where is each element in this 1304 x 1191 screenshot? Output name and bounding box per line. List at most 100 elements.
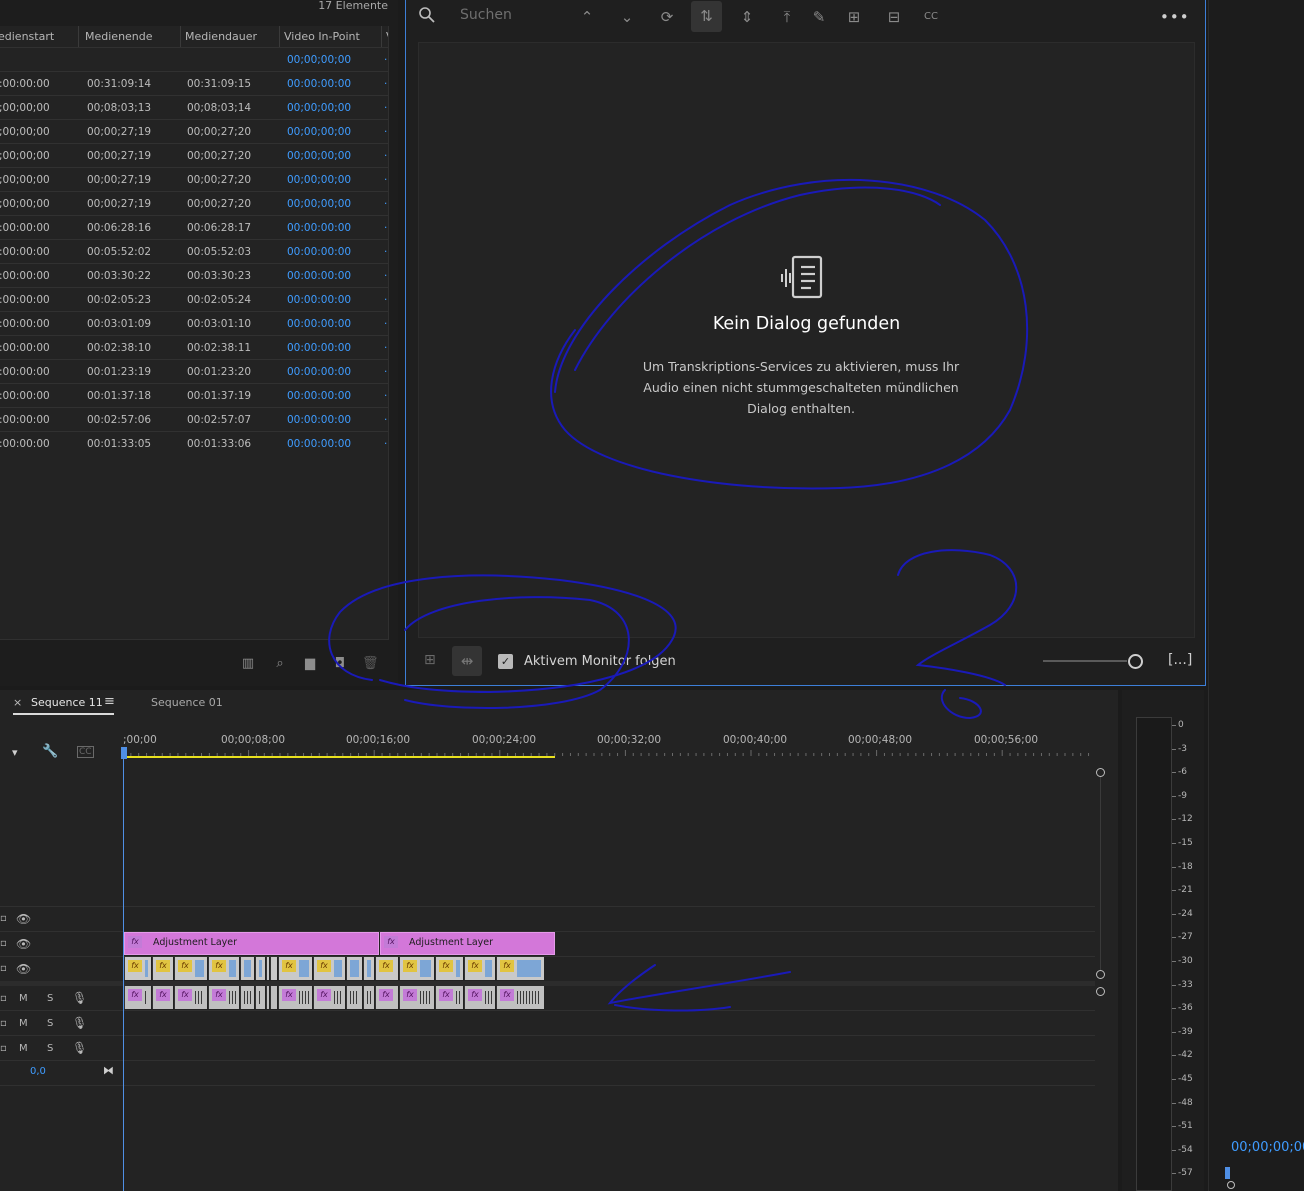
video-clip[interactable] — [346, 957, 362, 980]
speaker-icon[interactable]: ⊞ — [843, 6, 865, 28]
captions-track-icon[interactable]: CC — [77, 746, 94, 758]
cell-video-in-point[interactable]: 00:00:00:00 — [287, 384, 351, 408]
program-timecode[interactable]: 00;00;00;00 — [1231, 1140, 1304, 1155]
solo-button-a2[interactable]: S — [47, 1018, 53, 1029]
cell-video-in-point[interactable]: 00:00:00:00 — [287, 408, 351, 432]
video-clip[interactable] — [255, 957, 265, 980]
eye-icon[interactable]: 👁 — [16, 962, 31, 976]
playhead-line[interactable] — [123, 747, 124, 1191]
video-clip[interactable]: fx — [278, 957, 312, 980]
bracket-icon[interactable]: [...] — [1168, 652, 1192, 668]
audio-clip[interactable]: fx — [435, 986, 463, 1009]
new-bin-icon[interactable]: ▆ — [302, 656, 318, 672]
audio-clip[interactable]: fx — [375, 986, 398, 1009]
video-clip[interactable]: fx — [464, 957, 495, 980]
project-row[interactable]: ;00;00;00 00;00;27;19 00;00;27;20 00;00;00;… — [0, 119, 388, 144]
audio-clip[interactable]: fx — [124, 986, 151, 1009]
playhead[interactable] — [121, 747, 127, 759]
project-row[interactable]: ;00;00;00 00;00;27;19 00;00;27;20 00;00;00;… — [0, 191, 388, 215]
project-row[interactable]: :00:00:00 00:03:30:22 00:03:30:23 00:00:00:… — [0, 263, 388, 288]
audio-clip[interactable] — [346, 986, 362, 1009]
program-scroll-handle[interactable] — [1227, 1181, 1235, 1189]
toggle-sync-lock-a3[interactable]: ▫ — [0, 1043, 7, 1054]
automate-to-sequence-icon[interactable]: ▥ — [240, 656, 256, 672]
eye-icon[interactable]: 👁 — [16, 937, 31, 951]
tab-menu-icon[interactable]: ≡ — [104, 694, 115, 709]
vertical-zoom-handle-top[interactable] — [1096, 768, 1105, 777]
microphone-icon[interactable]: 🎙 — [72, 991, 87, 1005]
project-row[interactable]: ;00;00;00 00;08;03;13 00;08;03;14 00;00;00;… — [0, 95, 388, 119]
project-row[interactable]: 00;00;00;00 · — [0, 47, 388, 72]
cell-video-in-point[interactable]: 00;00;00;00 — [287, 48, 351, 72]
adjustment-layer-clip[interactable]: fx Adjustment Layer — [380, 932, 555, 955]
mute-button-a1[interactable]: M — [19, 993, 28, 1004]
vertical-scroll-track[interactable] — [1100, 777, 1101, 970]
add-marker-icon[interactable]: ▾ — [12, 746, 18, 759]
toggle-sync-lock-a1[interactable]: ▫ — [0, 993, 7, 1004]
audio-clip[interactable]: fx — [174, 986, 207, 1009]
cell-video-in-point[interactable]: 00:00:00:00 — [287, 240, 351, 264]
audio-clip[interactable]: fx — [208, 986, 239, 1009]
close-tab-icon[interactable]: × — [13, 696, 22, 709]
video-clip[interactable]: fx — [496, 957, 544, 980]
eye-icon[interactable]: 👁 — [16, 912, 31, 926]
microphone-icon[interactable]: 🎙 — [72, 1016, 87, 1030]
column-header-media-start[interactable]: edienstart — [0, 26, 79, 47]
cell-video-in-point[interactable]: 00:00:00:00 — [287, 432, 351, 456]
video-clip[interactable]: fx — [208, 957, 239, 980]
find-icon[interactable]: ⌕ — [272, 656, 288, 672]
project-row[interactable]: :00:00:00 00:01:37:18 00:01:37:19 00:00:00:… — [0, 383, 388, 408]
cell-video-in-point[interactable]: 00:00:00:00 — [287, 336, 351, 360]
cell-video-in-point[interactable]: 00:00:00:00 — [287, 288, 351, 312]
work-area-bar[interactable] — [123, 756, 555, 758]
merge-segments-icon[interactable]: ⇅ — [691, 1, 722, 32]
solo-button-a1[interactable]: S — [47, 993, 53, 1004]
tab-sequence-01[interactable]: Sequence 01 — [151, 696, 223, 709]
cell-video-in-point[interactable]: 00;00;00;00 — [287, 168, 351, 192]
project-row[interactable]: ;00;00;00 00;00;27;19 00;00;27;20 00;00;00;… — [0, 143, 388, 167]
vertical-zoom-handle-mid[interactable] — [1096, 970, 1105, 979]
follow-monitor-checkbox[interactable]: ✓ — [498, 654, 513, 669]
zoom-slider-track[interactable] — [1043, 660, 1127, 662]
audio-clip[interactable] — [255, 986, 265, 1009]
split-segment-icon[interactable]: ⇕ — [736, 6, 758, 28]
cell-video-in-point[interactable]: 00:00:00:00 — [287, 312, 351, 336]
audio-clip[interactable]: fx — [496, 986, 544, 1009]
project-row[interactable]: :00:00:00 00:06:28:16 00:06:28:17 00:00:00:… — [0, 215, 388, 239]
toggle-sync-lock-a2[interactable]: ▫ — [0, 1018, 7, 1029]
speakers-icon[interactable]: ⊟ — [883, 6, 905, 28]
project-row[interactable]: :00:00:00 00:02:38:10 00:02:38:11 00:00:00:… — [0, 335, 388, 360]
go-to-edit-icon[interactable]: ⧓ — [103, 1064, 114, 1077]
collapse-icon[interactable]: ⤒ — [776, 6, 798, 28]
microphone-icon[interactable]: 🎙 — [72, 1041, 87, 1055]
cell-video-in-point[interactable]: 00:00:00:00 — [287, 264, 351, 288]
captions-icon[interactable]: CC — [920, 6, 942, 28]
refresh-icon[interactable]: ⟳ — [656, 6, 678, 28]
mute-button-a3[interactable]: M — [19, 1043, 28, 1054]
column-header-video-out-point[interactable]: V — [382, 26, 388, 47]
project-row[interactable]: ;00;00;00 00;00;27;19 00;00;27;20 00;00;00;… — [0, 167, 388, 192]
adjustment-layer-clip[interactable]: fx Adjustment Layer — [124, 932, 379, 955]
audio-clip[interactable] — [266, 986, 269, 1009]
audio-clip[interactable]: fx — [313, 986, 345, 1009]
more-icon[interactable]: ••• — [1160, 6, 1189, 28]
video-clip[interactable]: fx — [152, 957, 173, 980]
toggle-sync-lock-v3[interactable]: ▫ — [0, 913, 7, 924]
video-clip[interactable]: fx — [174, 957, 207, 980]
video-clip[interactable]: fx — [375, 957, 398, 980]
zoom-slider-handle[interactable] — [1128, 654, 1143, 669]
time-ruler[interactable]: ;00;00 00;00;08;00 00;00;16;00 00;00;24;… — [123, 726, 1095, 760]
project-row[interactable]: :00:00:00 00:31:09:14 00:31:09:15 00:00:00:… — [0, 71, 388, 96]
column-header-media-duration[interactable]: Mediendauer — [181, 26, 280, 47]
video-clip[interactable]: fx — [313, 957, 345, 980]
chevron-up-icon[interactable]: ⌃ — [576, 6, 598, 28]
tab-sequence-11[interactable]: Sequence 11 — [31, 696, 103, 709]
audio-clip[interactable]: fx — [464, 986, 495, 1009]
project-row[interactable]: :00:00:00 00:02:05:23 00:02:05:24 00:00:00:… — [0, 287, 388, 312]
audio-clip[interactable]: fx — [152, 986, 173, 1009]
cell-video-in-point[interactable]: 00;00;00;00 — [287, 120, 351, 144]
project-row[interactable]: :00:00:00 00:03:01:09 00:03:01:10 00:00:00:… — [0, 311, 388, 336]
solo-button-a3[interactable]: S — [47, 1043, 53, 1054]
project-row[interactable]: :00:00:00 00:01:23:19 00:01:23:20 00:00:00:… — [0, 359, 388, 383]
cell-video-in-point[interactable]: 00:00:00:00 — [287, 72, 351, 96]
